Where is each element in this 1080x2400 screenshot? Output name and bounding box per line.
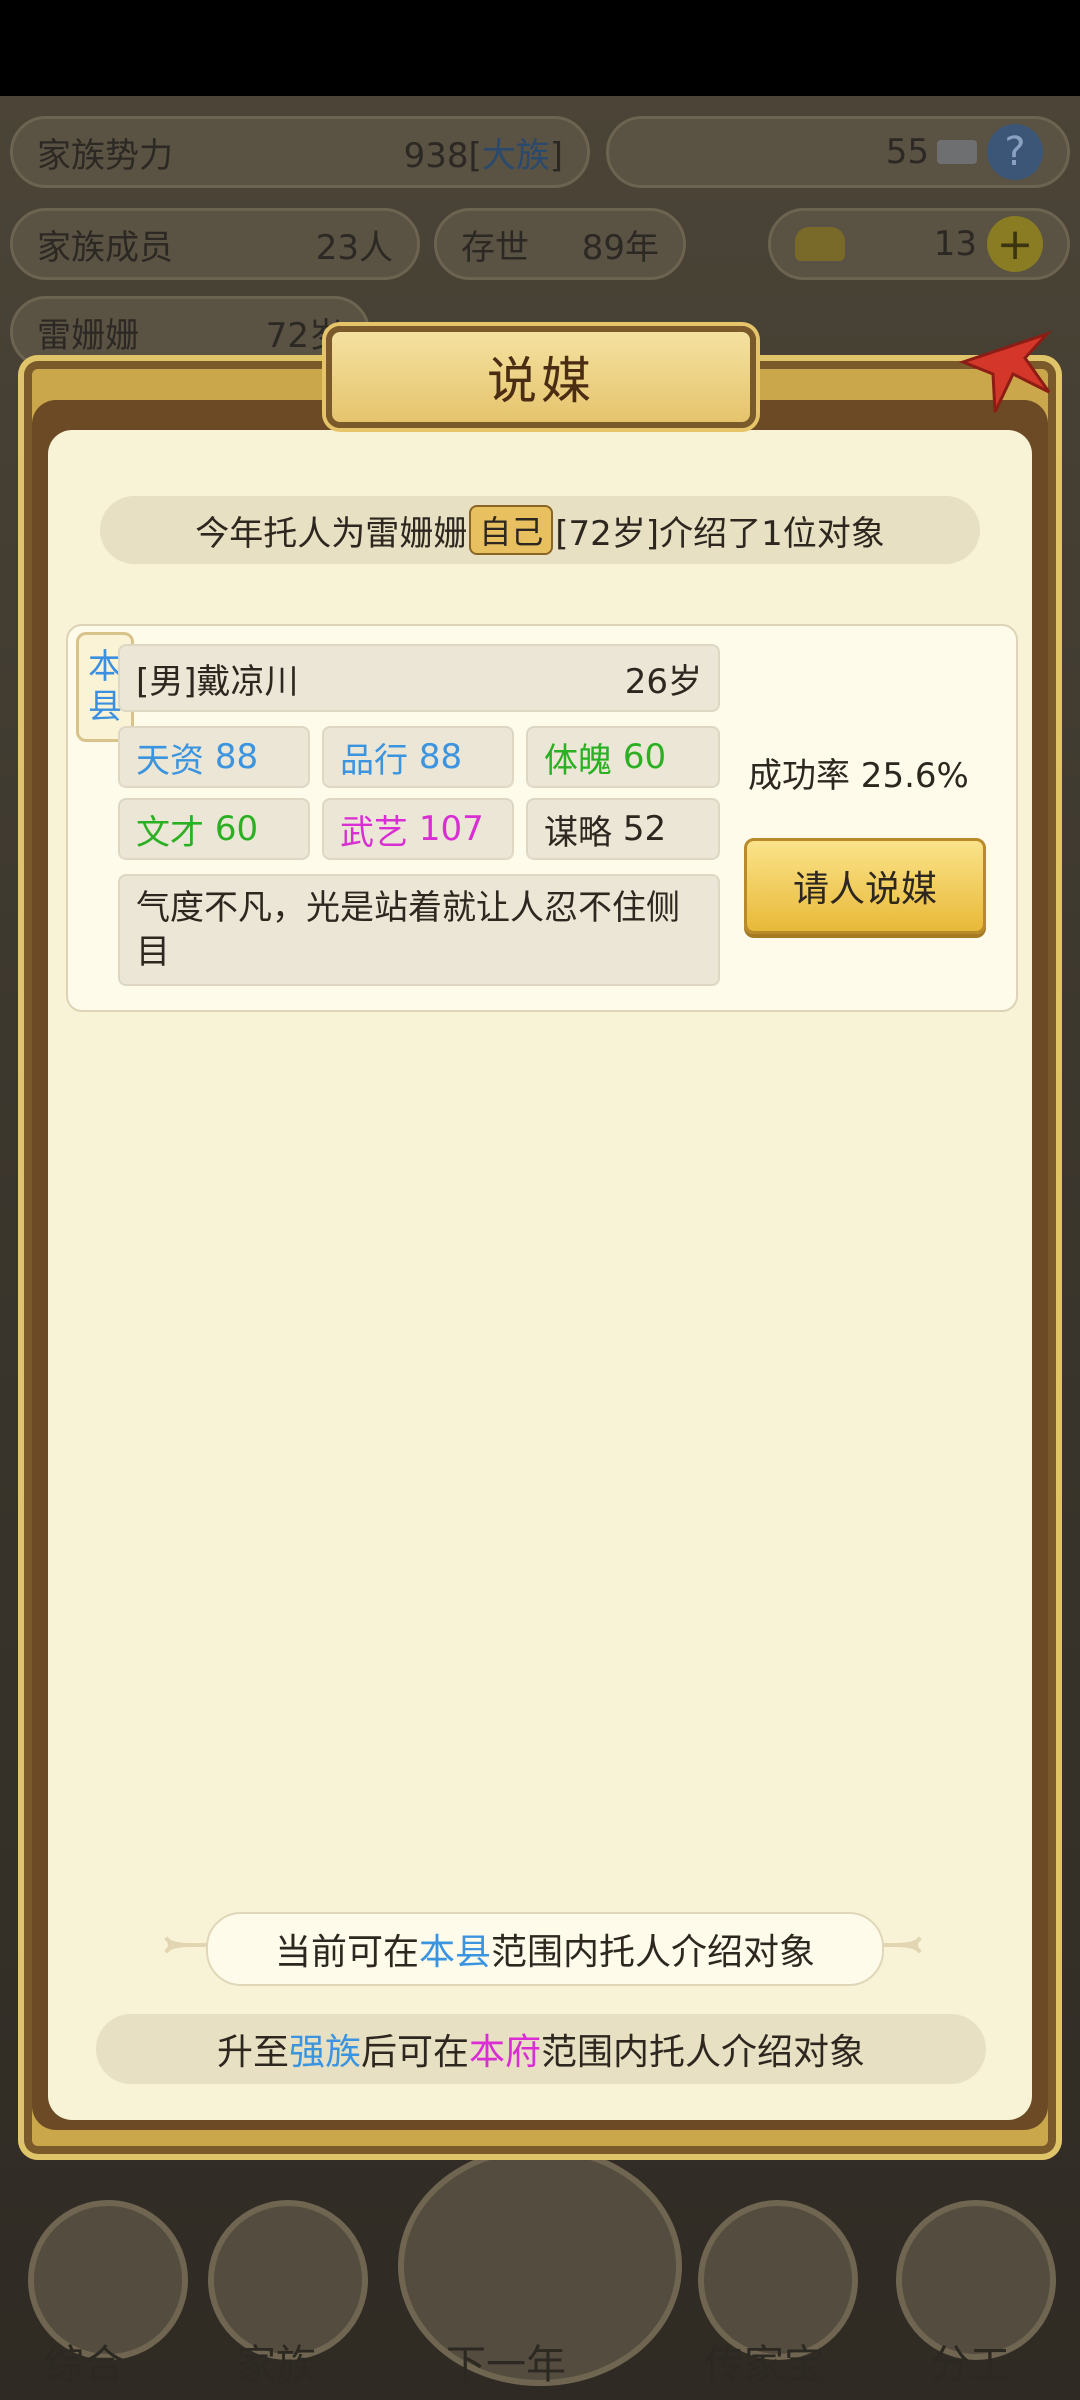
existence-label: 存世 xyxy=(461,227,529,268)
family-power-value: 938[大族] xyxy=(403,135,563,176)
stat-literary: 文才 60 xyxy=(118,798,310,860)
success-rate: 成功率 25.6% xyxy=(748,756,969,796)
modal-title: 说媒 xyxy=(487,352,595,410)
request-matchmaking-button[interactable]: 请人说媒 xyxy=(744,838,986,934)
candidate-description: 气度不凡，光是站着就让人忍不住侧目 xyxy=(118,874,720,986)
character-name: 雷姗姗 xyxy=(37,315,139,356)
gold-panel: 13 + xyxy=(768,208,1070,280)
family-members-label: 家族成员 xyxy=(37,227,173,268)
nav-label-family: 家族 xyxy=(236,2342,316,2388)
help-icon[interactable]: ? xyxy=(987,124,1043,180)
stat-martial: 武艺 107 xyxy=(322,798,514,860)
self-tag: 自己 xyxy=(469,505,554,555)
nav-label-heirloom: 传家宝 xyxy=(704,2342,824,2388)
stat-aptitude: 天资 88 xyxy=(118,726,310,788)
current-scope-note: 当前可在 本县 范围内托人介绍对象 xyxy=(206,1912,884,1986)
family-members-panel: 家族成员 23人 xyxy=(10,208,420,280)
nav-label-division: 分工 xyxy=(930,2342,1010,2388)
existence-panel: 存世 89年 xyxy=(434,208,686,280)
candidate-name: [男]戴凉川 xyxy=(136,661,299,702)
candidate-name-row: [男]戴凉川 26岁 xyxy=(118,644,720,712)
family-members-value: 23人 xyxy=(315,227,393,268)
nav-label-overview: 综合 xyxy=(44,2342,124,2388)
modal-title-plate: 说媒 xyxy=(326,326,756,428)
gold-ingot-icon xyxy=(795,227,845,261)
add-gold-icon[interactable]: + xyxy=(987,216,1043,272)
family-power-panel: 家族势力 938[大族] xyxy=(10,116,590,188)
gold-value: 13 xyxy=(933,224,977,264)
stat-conduct: 品行 88 xyxy=(322,726,514,788)
silver-icon xyxy=(937,140,977,164)
silver-value: 55 xyxy=(885,132,929,172)
stat-strategy: 谋略 52 xyxy=(526,798,720,860)
existence-value: 89年 xyxy=(581,227,659,268)
silver-panel: 55 ? xyxy=(606,116,1070,188)
close-icon xyxy=(958,330,1053,413)
matchmaking-info-bar: 今年托人为雷姗姗 自己 [72岁]介绍了1位对象 xyxy=(100,496,980,564)
info-suffix: [72岁]介绍了1位对象 xyxy=(555,513,885,554)
stat-physique: 体魄 60 xyxy=(526,726,720,788)
close-button[interactable] xyxy=(950,318,1060,428)
upgrade-scope-note: 升至 强族 后可在 本府 范围内托人介绍对象 xyxy=(96,2014,986,2084)
info-prefix: 今年托人为雷姗姗 xyxy=(195,513,468,554)
status-bar xyxy=(0,0,1080,96)
nav-label-next-year: 下一年 xyxy=(446,2342,566,2388)
candidate-age: 26岁 xyxy=(624,661,702,702)
family-power-label: 家族势力 xyxy=(37,135,173,176)
